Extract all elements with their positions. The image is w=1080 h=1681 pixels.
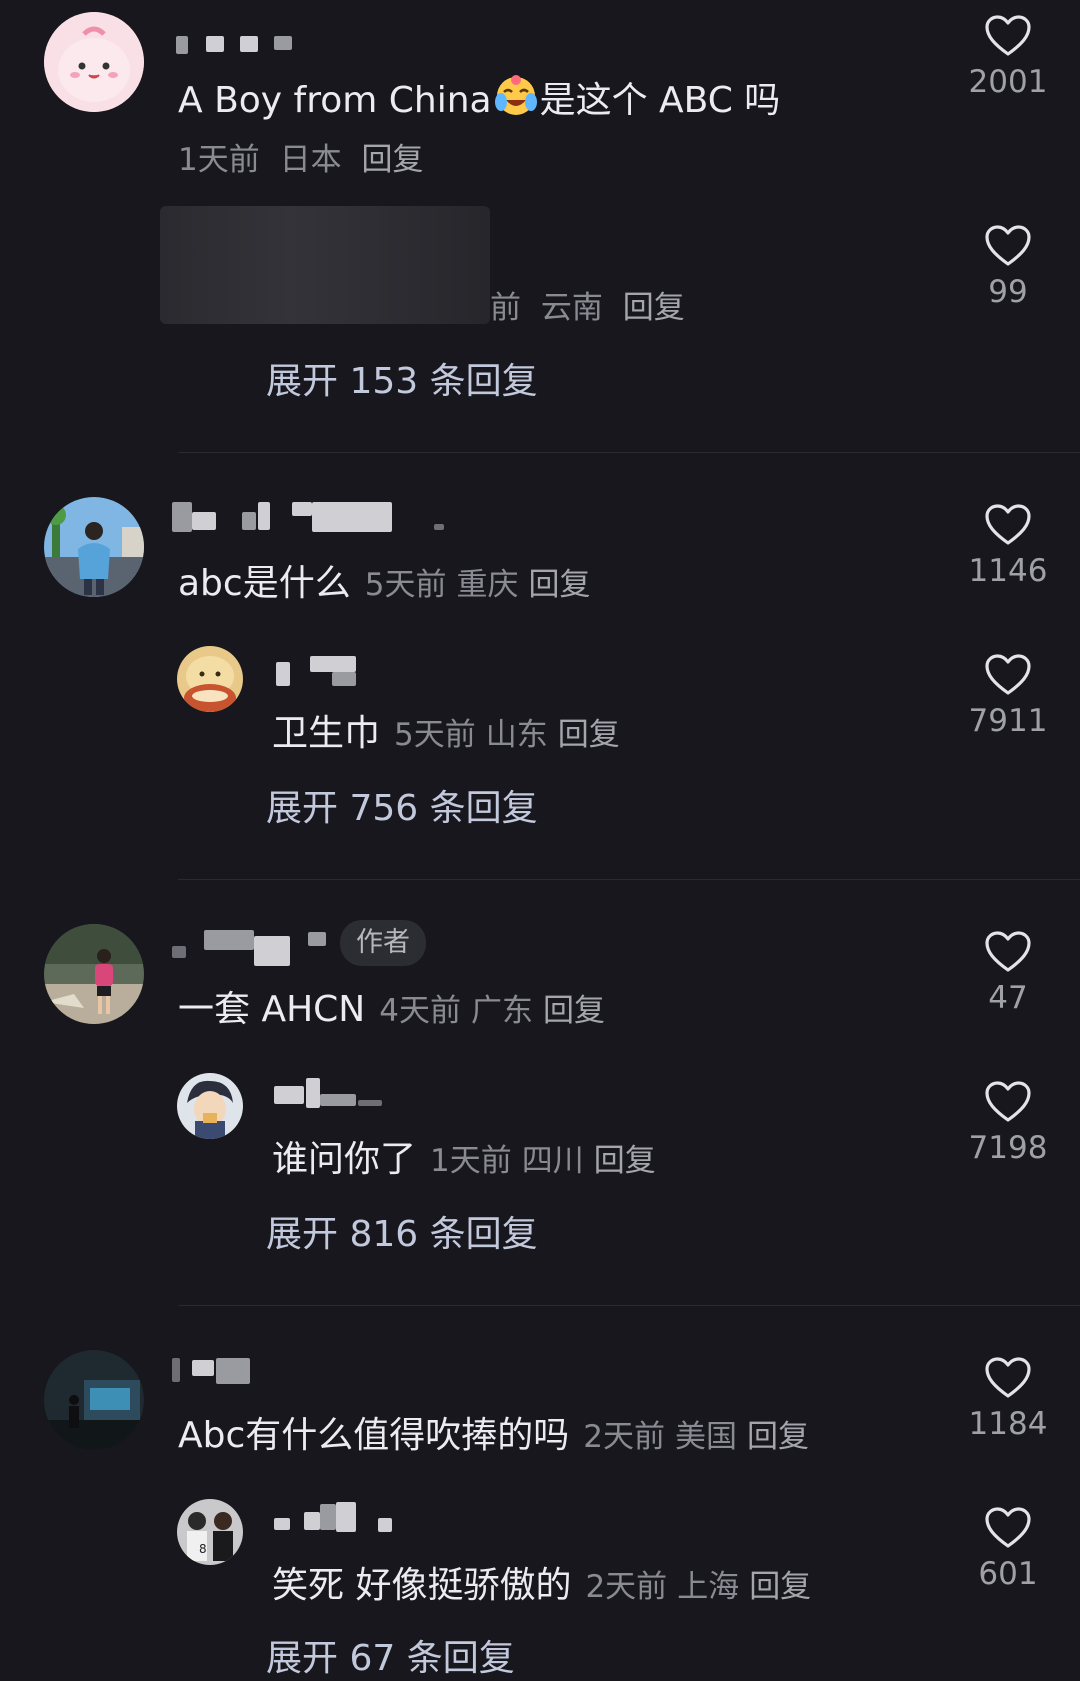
comment-text: Abc有什么值得吹捧的吗 2天前 美国 回复 bbox=[178, 1415, 810, 1456]
like-count: 1146 bbox=[968, 553, 1048, 589]
heart-outline-icon bbox=[985, 1357, 1031, 1398]
heart-outline-icon bbox=[985, 504, 1031, 545]
username[interactable] bbox=[174, 28, 294, 62]
reply-button[interactable]: 回复 bbox=[623, 290, 685, 326]
heart-outline-icon bbox=[985, 931, 1031, 972]
reply-text: 笑死 好像挺骄傲的 2天前 上海 回复 bbox=[272, 1565, 812, 1606]
divider bbox=[178, 1305, 1080, 1306]
heart-outline-icon bbox=[985, 15, 1031, 56]
crying-laughing-emoji bbox=[494, 74, 538, 129]
divider bbox=[178, 879, 1080, 880]
comment-meta: 1天前 日本 回复 bbox=[178, 142, 424, 178]
like-count: 2001 bbox=[968, 64, 1048, 100]
expand-replies-button[interactable]: 展开 153 条回复 bbox=[266, 360, 538, 404]
blurred-reply-content bbox=[160, 206, 490, 324]
comment-text: 一套 AHCN 4天前 广东 回复 bbox=[178, 989, 605, 1030]
avatar[interactable] bbox=[177, 1073, 243, 1139]
comment-text: A Boy from China 是这个 ABC 吗 bbox=[178, 74, 780, 129]
avatar[interactable]: 8 bbox=[177, 1499, 243, 1565]
author-badge: 作者 bbox=[340, 920, 426, 966]
heart-outline-icon bbox=[985, 1507, 1031, 1548]
expand-replies-button[interactable]: 展开 67 条回复 bbox=[266, 1637, 515, 1681]
like-button[interactable]: 2001 bbox=[963, 14, 1053, 100]
reply-text: 谁问你了 1天前 四川 回复 bbox=[272, 1139, 656, 1180]
avatar[interactable] bbox=[44, 1350, 144, 1450]
username[interactable] bbox=[272, 652, 392, 686]
like-button[interactable]: 1184 bbox=[963, 1356, 1053, 1442]
like-button[interactable]: 7198 bbox=[963, 1080, 1053, 1166]
reply-button[interactable]: 回复 bbox=[749, 1569, 811, 1605]
like-count: 7198 bbox=[968, 1130, 1048, 1166]
reply-meta: 前 云南 回复 bbox=[490, 290, 685, 326]
reply-button[interactable]: 回复 bbox=[543, 993, 605, 1029]
avatar[interactable] bbox=[44, 12, 144, 112]
like-count: 1184 bbox=[968, 1406, 1048, 1442]
avatar[interactable] bbox=[44, 924, 144, 1024]
expand-replies-button[interactable]: 展开 756 条回复 bbox=[266, 787, 538, 831]
like-count: 47 bbox=[988, 980, 1028, 1016]
like-button[interactable]: 601 bbox=[963, 1506, 1053, 1592]
heart-outline-icon bbox=[985, 1081, 1031, 1122]
like-button[interactable]: 47 bbox=[963, 930, 1053, 1016]
username[interactable] bbox=[172, 498, 452, 532]
reply-button[interactable]: 回复 bbox=[747, 1419, 809, 1455]
like-button[interactable]: 7911 bbox=[963, 653, 1053, 739]
avatar[interactable] bbox=[177, 646, 243, 712]
reply-button[interactable]: 回复 bbox=[361, 142, 423, 178]
username[interactable] bbox=[172, 926, 332, 966]
heart-outline-icon bbox=[985, 654, 1031, 695]
heart-outline-icon bbox=[985, 225, 1031, 266]
reply-button[interactable]: 回复 bbox=[558, 717, 620, 753]
like-button[interactable]: 99 bbox=[963, 224, 1053, 310]
username[interactable] bbox=[272, 1072, 392, 1108]
reply-text: 卫生巾 5天前 山东 回复 bbox=[272, 713, 620, 754]
divider bbox=[178, 452, 1080, 453]
like-button[interactable]: 1146 bbox=[963, 503, 1053, 589]
like-count: 7911 bbox=[968, 703, 1048, 739]
username[interactable] bbox=[172, 1352, 262, 1386]
expand-replies-button[interactable]: 展开 816 条回复 bbox=[266, 1213, 538, 1257]
reply-button[interactable]: 回复 bbox=[594, 1143, 656, 1179]
svg-text:8: 8 bbox=[199, 1542, 207, 1556]
comment-text: abc是什么 5天前 重庆 回复 bbox=[178, 563, 591, 604]
like-count: 99 bbox=[988, 274, 1028, 310]
reply-button[interactable]: 回复 bbox=[528, 567, 590, 603]
like-count: 601 bbox=[978, 1556, 1038, 1592]
avatar[interactable] bbox=[44, 497, 144, 597]
username[interactable] bbox=[272, 1498, 402, 1532]
